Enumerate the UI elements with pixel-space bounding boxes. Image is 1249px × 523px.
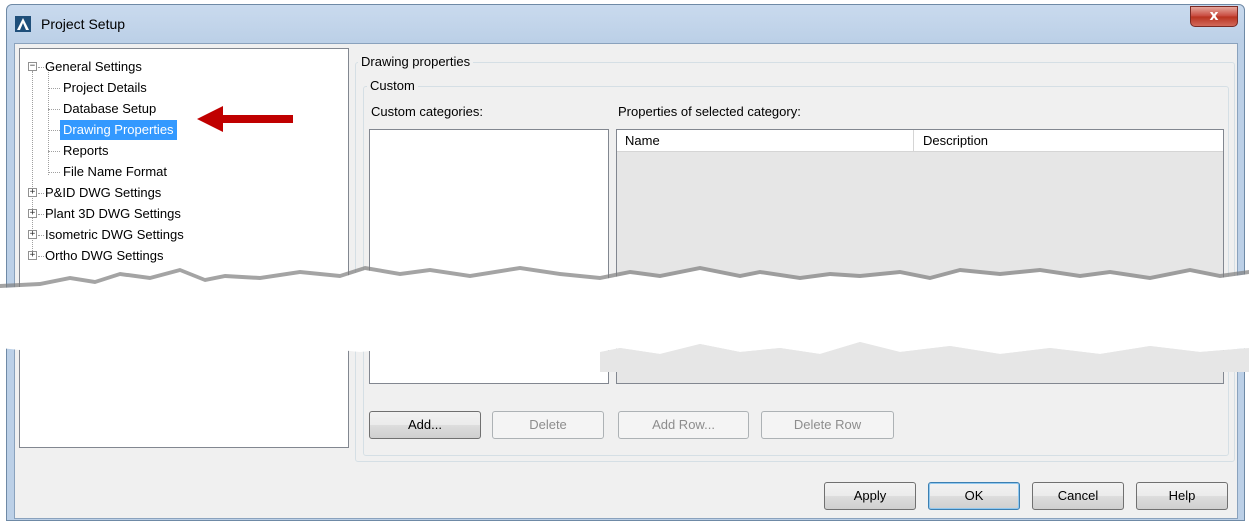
column-header-name[interactable]: Name	[617, 130, 914, 152]
delete-row-button[interactable]: Delete Row	[761, 411, 894, 439]
properties-label: Properties of selected category:	[618, 104, 801, 119]
close-button[interactable]: x	[1190, 6, 1238, 27]
expand-icon[interactable]: +	[28, 188, 37, 197]
selected-tree-label: Drawing Properties	[60, 120, 177, 140]
column-header-description[interactable]: Description	[915, 130, 1223, 152]
red-arrow-icon	[197, 106, 293, 132]
close-icon: x	[1209, 8, 1219, 24]
delete-button[interactable]: Delete	[492, 411, 604, 439]
custom-group-title: Custom	[367, 78, 418, 93]
window-title: Project Setup	[41, 16, 126, 32]
cancel-button[interactable]: Cancel	[1032, 482, 1124, 510]
custom-categories-label: Custom categories:	[371, 104, 483, 119]
help-button[interactable]: Help	[1136, 482, 1228, 510]
add-button[interactable]: Add...	[369, 411, 481, 439]
collapse-icon[interactable]: −	[28, 62, 37, 71]
expand-icon[interactable]: +	[28, 209, 37, 218]
drawing-properties-title: Drawing properties	[358, 54, 474, 69]
title-bar[interactable]: Project Setup x	[7, 5, 1244, 43]
autocad-icon	[15, 16, 31, 32]
add-row-button[interactable]: Add Row...	[618, 411, 749, 439]
grid-header: Name Description	[617, 130, 1223, 152]
settings-tree[interactable]: − General Settings Project Details Datab…	[19, 48, 349, 448]
expand-icon[interactable]: +	[28, 230, 37, 239]
torn-edge-divider	[0, 266, 1249, 372]
apply-button[interactable]: Apply	[824, 482, 916, 510]
tree-guide-line	[48, 69, 49, 175]
ok-button[interactable]: OK	[928, 482, 1020, 510]
expand-icon[interactable]: +	[28, 251, 37, 260]
